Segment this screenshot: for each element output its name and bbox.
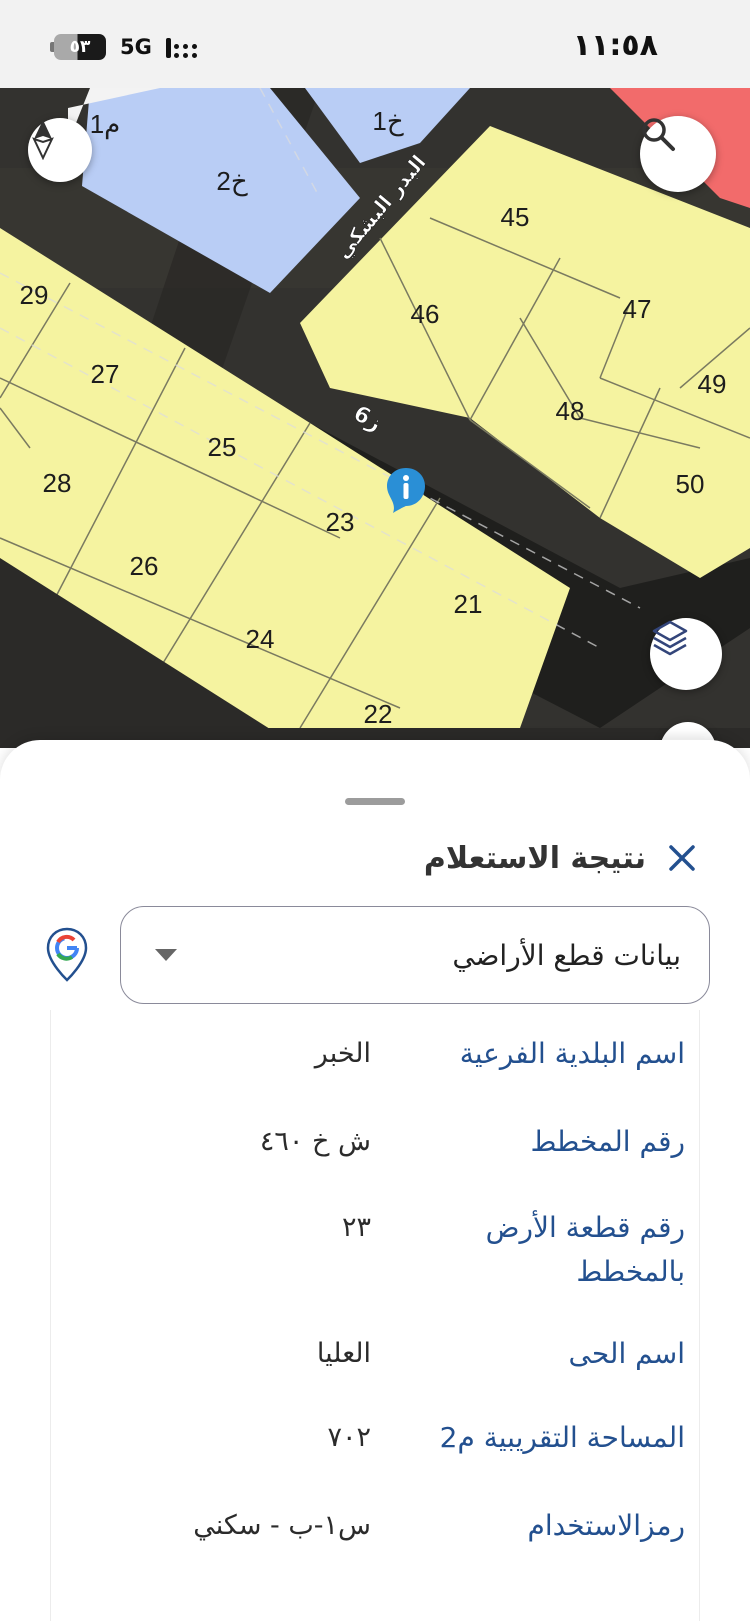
dropdown-selected-value: بيانات قطع الأراضي — [452, 938, 681, 972]
info-value: ٧٠٢ — [327, 1422, 371, 1453]
status-bar: ٥٣ 5G ١١:٥٨ — [0, 0, 750, 88]
plot-number: 45 — [501, 202, 530, 232]
info-row: اسم الحى العليا — [51, 1332, 701, 1392]
parcel-info-marker[interactable] — [385, 466, 427, 516]
info-value: ٢٣ — [341, 1212, 371, 1243]
info-label: رمزالاستخدام — [527, 1509, 685, 1542]
info-row: رقم قطعة الأرض بالمخطط ٢٣ — [51, 1206, 701, 1306]
search-icon — [642, 118, 675, 151]
parcel-map-canvas[interactable]: 45 46 47 48 49 50 29 27 25 28 23 26 21 2… — [0, 88, 750, 748]
plot-number: 49 — [698, 369, 727, 399]
plot-number: 26 — [130, 551, 159, 581]
plot-number: 46 — [411, 299, 440, 329]
plot-number: 27 — [91, 359, 120, 389]
plot-number: 29 — [20, 280, 49, 310]
google-maps-button[interactable] — [44, 926, 90, 984]
info-value: س١-ب - سكني — [193, 1510, 371, 1541]
info-row: المساحة التقريبية م2 ٧٠٢ — [51, 1416, 701, 1476]
info-value: العليا — [316, 1338, 371, 1369]
sheet-header: نتيجة الاستعلام — [424, 840, 700, 876]
satellite-map[interactable]: 45 46 47 48 49 50 29 27 25 28 23 26 21 2… — [0, 88, 750, 748]
layers-button[interactable] — [650, 618, 722, 690]
status-indicators: ٥٣ 5G — [50, 34, 197, 60]
plot-number: 24 — [246, 624, 275, 654]
battery-icon: ٥٣ — [50, 34, 106, 60]
plot-number: 50 — [676, 469, 705, 499]
map-search-button[interactable] — [640, 116, 716, 192]
info-label: رقم المخطط — [530, 1125, 685, 1158]
layers-icon — [652, 620, 688, 656]
sheet-title: نتيجة الاستعلام — [423, 840, 646, 876]
plot-number: 23 — [326, 507, 355, 537]
info-row: رقم المخطط ش خ ٤٦٠ — [51, 1120, 701, 1180]
parcel-info-list: اسم البلدية الفرعية الخبر رقم المخطط ش خ… — [50, 1010, 700, 1621]
info-label: رقم قطعة الأرض بالمخطط — [485, 1211, 685, 1288]
compass-icon — [32, 120, 54, 160]
info-value: ش خ ٤٦٠ — [259, 1126, 371, 1157]
signal-icon — [165, 36, 197, 58]
plot-number: 47 — [623, 294, 652, 324]
parcel-label: خ2 — [216, 166, 247, 197]
parcel-label: خ1 — [372, 106, 403, 137]
info-row: رمزالاستخدام س١-ب - سكني — [51, 1504, 701, 1564]
query-result-sheet: نتيجة الاستعلام بيانات قطع الأراضي اسم ا… — [0, 740, 750, 1621]
network-type: 5G — [120, 35, 152, 59]
battery-level: ٥٣ — [54, 34, 106, 60]
parcel-label: م1 — [90, 109, 121, 140]
plot-number: 21 — [454, 589, 483, 619]
info-label: اسم البلدية الفرعية — [459, 1037, 685, 1070]
drag-handle[interactable] — [345, 798, 405, 805]
info-row: اسم البلدية الفرعية الخبر — [51, 1032, 701, 1092]
status-time: ١١:٥٨ — [572, 28, 658, 63]
plot-number: 22 — [364, 699, 393, 729]
compass-button[interactable] — [28, 118, 92, 182]
data-type-dropdown[interactable]: بيانات قطع الأراضي — [120, 906, 710, 1004]
close-button[interactable] — [664, 840, 700, 876]
plot-number: 28 — [43, 468, 72, 498]
chevron-down-icon — [155, 949, 177, 961]
plot-number: 25 — [208, 432, 237, 462]
close-icon — [669, 845, 695, 871]
google-pin-icon — [46, 927, 88, 982]
info-label: اسم الحى — [568, 1337, 686, 1370]
info-value: الخبر — [314, 1038, 371, 1069]
info-marker-icon — [387, 468, 425, 513]
plot-number: 48 — [556, 396, 585, 426]
info-label: المساحة التقريبية م2 — [439, 1421, 685, 1454]
